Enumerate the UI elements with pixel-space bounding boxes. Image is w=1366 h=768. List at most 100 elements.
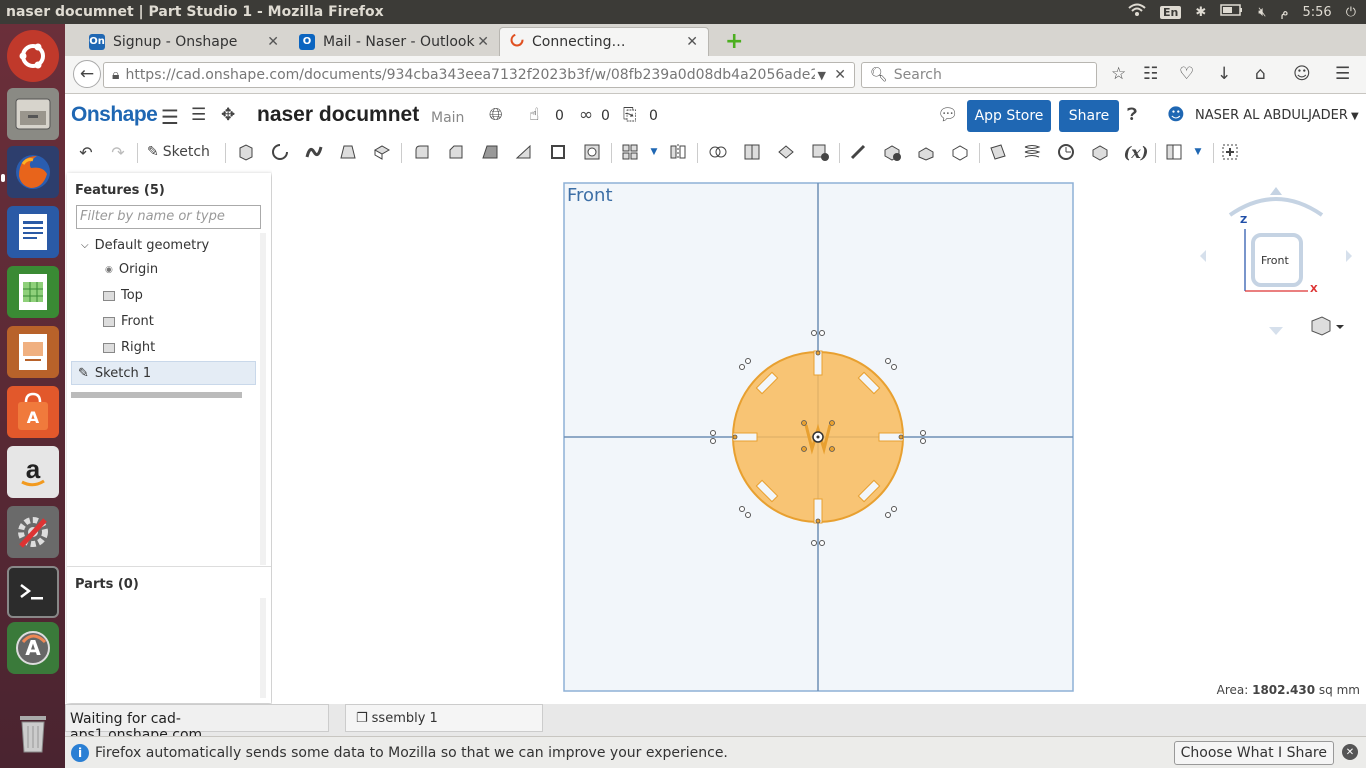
custom-feature-dropdown-icon[interactable]: ▼ xyxy=(1187,141,1209,163)
link-icon[interactable]: ∞ xyxy=(579,105,593,125)
feature-filter-input[interactable]: Filter by name or type xyxy=(76,205,261,229)
software-updater-icon[interactable]: A xyxy=(7,622,59,674)
close-notification-icon[interactable]: ✕ xyxy=(1342,744,1358,760)
tab-mail-outlook[interactable]: O Mail - Naser - Outlook ✕ xyxy=(289,27,499,56)
chevron-down-icon[interactable]: ⌵ xyxy=(81,240,89,251)
helix-icon[interactable] xyxy=(1021,141,1043,163)
new-tab-button[interactable]: + xyxy=(715,27,753,56)
graphics-canvas[interactable]: Front Front Z X Area: 1802.430 sq mm xyxy=(272,167,1366,704)
undo-icon[interactable]: ↶ xyxy=(75,141,97,163)
share-button[interactable]: Share xyxy=(1059,100,1119,132)
sketch-button[interactable]: ✎ Sketch xyxy=(147,141,217,163)
sheet-metal-icon[interactable] xyxy=(1089,141,1111,163)
view-cube-face-label[interactable]: Front xyxy=(1261,254,1289,267)
pattern-icon[interactable] xyxy=(619,141,641,163)
clock[interactable]: 5:56 xyxy=(1303,5,1332,20)
thicken-icon[interactable] xyxy=(371,141,393,163)
terminal-icon[interactable] xyxy=(7,566,59,618)
tab-signup-onshape[interactable]: On Signup - Onshape ✕ xyxy=(79,27,289,56)
transform-icon[interactable] xyxy=(775,141,797,163)
add-custom-feature-icon[interactable] xyxy=(1219,141,1241,163)
feature-plane-top[interactable]: Top xyxy=(103,288,143,303)
feature-plane-right[interactable]: Right xyxy=(103,340,155,355)
branch-label[interactable]: Main xyxy=(431,110,464,126)
feature-list-icon[interactable]: ☰ xyxy=(191,105,206,125)
bluetooth-icon[interactable]: ✱ xyxy=(1195,5,1206,20)
clear-url-icon[interactable]: ✕ xyxy=(834,67,846,83)
delete-face-icon[interactable] xyxy=(881,141,903,163)
user-menu-chevron-icon[interactable]: ▼ xyxy=(1351,111,1359,122)
calc-icon[interactable] xyxy=(7,266,59,318)
mate-connector-icon[interactable] xyxy=(1055,141,1077,163)
trash-icon[interactable] xyxy=(7,706,59,758)
pocket-icon[interactable]: ♡ xyxy=(1179,64,1194,84)
redo-icon[interactable]: ↷ xyxy=(107,141,129,163)
writer-icon[interactable] xyxy=(7,206,59,258)
download-icon[interactable]: ↓ xyxy=(1217,64,1231,84)
impress-icon[interactable] xyxy=(7,326,59,378)
document-title[interactable]: naser documnet xyxy=(257,103,419,127)
help-icon[interactable]: ❓︎ xyxy=(1127,105,1137,125)
rib-icon[interactable] xyxy=(513,141,535,163)
url-bar[interactable]: 🔒︎ https://cad.onshape.com/documents/934… xyxy=(103,62,855,88)
menu-icon[interactable]: ☰ xyxy=(1335,64,1350,84)
ubuntu-dash-icon[interactable] xyxy=(7,30,59,82)
battery-icon[interactable] xyxy=(1220,4,1244,20)
loft-icon[interactable] xyxy=(337,141,359,163)
plane-icon[interactable] xyxy=(987,141,1009,163)
reading-list-icon[interactable]: ☷ xyxy=(1143,64,1158,84)
feature-sketch-1[interactable]: ✎ Sketch 1 xyxy=(71,361,256,385)
volume-icon[interactable]: 🔇︎ xyxy=(1258,5,1266,20)
amazon-icon[interactable]: a xyxy=(7,446,59,498)
tab-assembly[interactable]: ❐ ssembly 1 xyxy=(345,704,543,732)
close-tab-icon[interactable]: ✕ xyxy=(267,34,279,50)
mirror-icon[interactable] xyxy=(667,141,689,163)
feature-origin[interactable]: ◉ Origin xyxy=(105,262,158,277)
power-icon[interactable]: ⏻ xyxy=(1346,5,1356,20)
parts-scrollbar[interactable] xyxy=(260,598,266,698)
keyboard-indicator[interactable]: En xyxy=(1159,5,1182,19)
dropdown-icon[interactable]: ▼ xyxy=(818,69,826,82)
feature-scrollbar[interactable] xyxy=(260,233,266,565)
comment-icon[interactable]: 💬︎ xyxy=(937,105,959,125)
choose-what-i-share-button[interactable]: Choose What I Share xyxy=(1173,741,1334,765)
sweep-icon[interactable] xyxy=(303,141,325,163)
back-button[interactable]: ← xyxy=(73,60,101,88)
delete-part-icon[interactable] xyxy=(809,141,831,163)
insert-icon[interactable]: ✥ xyxy=(221,105,235,125)
shell-icon[interactable] xyxy=(547,141,569,163)
files-icon[interactable] xyxy=(7,88,59,140)
hamburger-menu-icon[interactable]: ☰ xyxy=(161,105,179,129)
fillet-icon[interactable] xyxy=(411,141,433,163)
view-menu-icon[interactable] xyxy=(1311,316,1344,336)
home-icon[interactable]: ⌂ xyxy=(1255,64,1266,84)
variable-icon[interactable]: (x) xyxy=(1124,141,1149,163)
draft-icon[interactable] xyxy=(479,141,501,163)
wifi-icon[interactable] xyxy=(1128,3,1146,21)
hole-icon[interactable] xyxy=(581,141,603,163)
software-center-icon[interactable]: A xyxy=(7,386,59,438)
close-tab-icon[interactable]: ✕ xyxy=(477,34,489,50)
globe-icon[interactable]: 🌐︎ xyxy=(489,105,503,125)
search-box[interactable]: 🔍︎ Search xyxy=(861,62,1097,88)
like-icon[interactable]: ☝ xyxy=(529,105,539,125)
replace-face-icon[interactable] xyxy=(949,141,971,163)
boolean-icon[interactable] xyxy=(707,141,729,163)
onshape-logo[interactable]: Onshape xyxy=(71,103,158,127)
user-name[interactable]: NASER AL ABDULJADER xyxy=(1195,108,1348,123)
app-store-button[interactable]: App Store xyxy=(967,100,1051,132)
firefox-icon[interactable] xyxy=(7,146,59,198)
close-tab-icon[interactable]: ✕ xyxy=(686,34,698,50)
split-icon[interactable] xyxy=(741,141,763,163)
viewport-svg[interactable] xyxy=(272,167,1366,704)
custom-feature-icon[interactable] xyxy=(1163,141,1185,163)
revolve-icon[interactable] xyxy=(269,141,291,163)
extrude-icon[interactable] xyxy=(235,141,257,163)
feature-plane-front[interactable]: Front xyxy=(103,314,154,329)
modify-fillet-icon[interactable] xyxy=(847,141,869,163)
pattern-dropdown-icon[interactable]: ▼ xyxy=(643,141,665,163)
rollback-bar[interactable] xyxy=(71,392,242,398)
chat-icon[interactable]: ☺ xyxy=(1293,64,1311,84)
move-face-icon[interactable] xyxy=(915,141,937,163)
tab-connecting[interactable]: Connecting… ✕ xyxy=(499,27,709,56)
